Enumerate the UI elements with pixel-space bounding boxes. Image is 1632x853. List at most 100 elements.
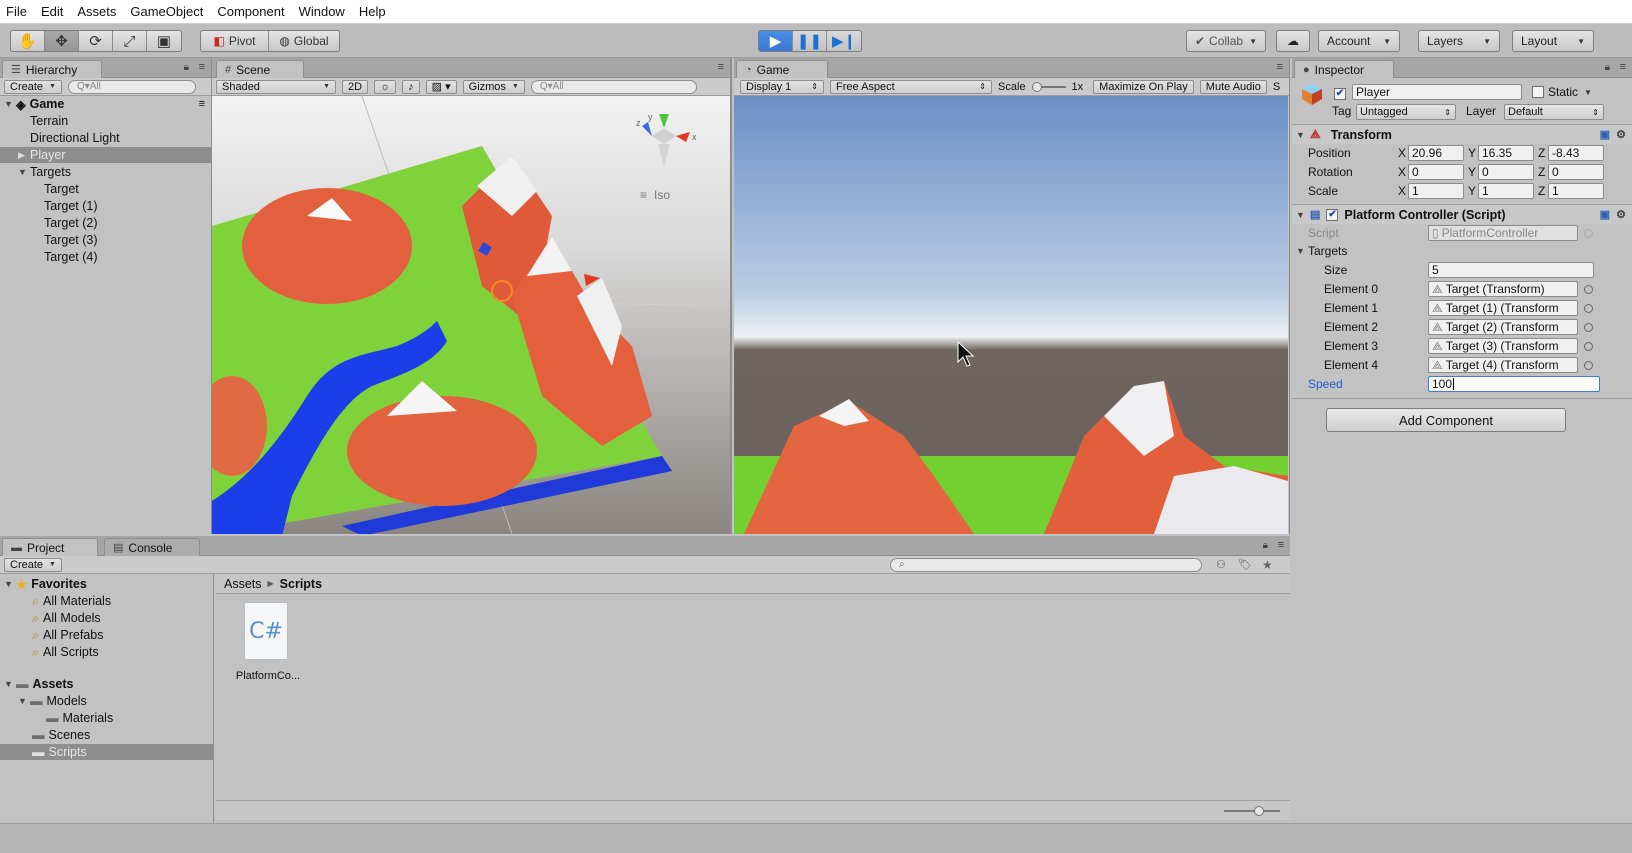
scale-x-field[interactable]: 1 [1408, 183, 1464, 199]
projection-label[interactable]: Iso [654, 188, 670, 202]
pause-icon[interactable]: ❚❚ [793, 31, 827, 51]
panel-menu-icon[interactable]: ≡ [199, 61, 205, 73]
aspect-dropdown[interactable]: Free Aspect ⇕ [830, 79, 992, 94]
lighting-toggle-icon[interactable]: ☼ [374, 79, 397, 94]
rect-tool-icon[interactable]: ▣ [147, 31, 181, 51]
hand-tool-icon[interactable]: ✋ [11, 31, 45, 51]
slider-thumb[interactable] [1031, 81, 1042, 92]
tab-console[interactable]: ▤ Console [104, 538, 200, 556]
star-icon[interactable]: ★ [1262, 558, 1273, 572]
effects-dropdown-icon[interactable]: ▨ ▾ [425, 79, 457, 94]
hierarchy-item-target-2[interactable]: Target (2) [0, 215, 211, 231]
create-dropdown[interactable]: Create ▼ [4, 79, 62, 94]
play-icon[interactable]: ▶ [759, 31, 793, 51]
object-picker-icon[interactable] [1584, 304, 1593, 313]
tag-dropdown[interactable]: Untagged ⇕ [1356, 104, 1456, 120]
scale-tool-icon[interactable]: ⤢ [113, 31, 147, 51]
layout-dropdown[interactable]: Layout ▼ [1512, 30, 1594, 52]
gizmos-dropdown[interactable]: Gizmos ▼ [462, 79, 525, 94]
layer-dropdown[interactable]: Default ⇕ [1504, 104, 1604, 120]
expand-arrow-icon[interactable]: ▼ [1296, 210, 1308, 220]
scene-root-row[interactable]: ▼ ◈ Game ≡ [0, 96, 211, 112]
menu-component[interactable]: Component [217, 4, 284, 19]
hierarchy-item-target-1[interactable]: Target (1) [0, 198, 211, 214]
hierarchy-item-terrain[interactable]: Terrain [0, 113, 211, 129]
scene-search-input[interactable]: Q▾All [530, 79, 697, 94]
speed-field[interactable]: 100 [1428, 376, 1600, 392]
menu-edit[interactable]: Edit [41, 4, 63, 19]
menu-help[interactable]: Help [359, 4, 386, 19]
position-z-field[interactable]: -8.43 [1548, 145, 1604, 161]
add-component-button[interactable]: Add Component [1326, 408, 1566, 432]
maximize-on-play-toggle[interactable]: Maximize On Play [1093, 79, 1194, 94]
layers-dropdown[interactable]: Layers ▼ [1418, 30, 1500, 52]
element-3-field[interactable]: ⟁ Target (3) (Transform [1428, 338, 1578, 354]
tab-game[interactable]: ◔ Game [736, 60, 828, 78]
game-viewport[interactable] [734, 96, 1288, 534]
expand-arrow-icon[interactable]: ▼ [4, 579, 16, 589]
favorite-all-materials[interactable]: ⌕ All Materials [0, 593, 213, 609]
rotation-y-field[interactable]: 0 [1478, 164, 1534, 180]
rotation-x-field[interactable]: 0 [1408, 164, 1464, 180]
active-checkbox[interactable]: ✔ [1334, 85, 1346, 100]
scene-viewport[interactable]: y x z ≡ Iso [212, 96, 730, 534]
2d-toggle[interactable]: 2D [342, 79, 369, 94]
lock-icon[interactable]: 🔒︎ [184, 62, 189, 73]
panel-menu-icon[interactable]: ≡ [1278, 539, 1284, 551]
rotate-tool-icon[interactable]: ⟳ [79, 31, 113, 51]
account-dropdown[interactable]: Account ▼ [1318, 30, 1400, 52]
hierarchy-item-targets[interactable]: ▼ Targets [0, 164, 211, 180]
folder-scenes[interactable]: ▬ Scenes [0, 727, 213, 743]
transform-header[interactable]: ▼ ⟁ Transform ▣ ⚙ [1292, 124, 1632, 144]
assets-foldout[interactable]: ▼ ▬ Assets [0, 676, 213, 692]
menu-window[interactable]: Window [299, 4, 345, 19]
move-tool-icon[interactable]: ✥ [45, 31, 79, 51]
global-button[interactable]: ◍ Global [269, 31, 339, 51]
tab-inspector[interactable]: ● Inspector [1294, 60, 1394, 78]
object-picker-icon[interactable] [1584, 342, 1593, 351]
script-asset-tile[interactable]: C# PlatformCo... [232, 602, 304, 688]
element-2-field[interactable]: ⟁ Target (2) (Transform [1428, 319, 1578, 335]
rotation-z-field[interactable]: 0 [1548, 164, 1604, 180]
hierarchy-item-target[interactable]: Target [0, 181, 211, 197]
cloud-button[interactable]: ☁ [1276, 30, 1310, 52]
folder-scripts[interactable]: ▬ Scripts [0, 744, 213, 760]
static-toggle[interactable]: Static ▼ [1532, 85, 1592, 99]
create-dropdown[interactable]: Create ▼ [4, 557, 62, 572]
object-name-field[interactable]: Player [1352, 84, 1522, 100]
folder-models[interactable]: ▼ ▬ Models [0, 693, 213, 709]
favorite-all-scripts[interactable]: ⌕ All Scripts [0, 644, 213, 660]
audio-toggle-icon[interactable]: ♪ [402, 79, 420, 94]
breadcrumb-assets[interactable]: Assets [224, 577, 262, 591]
slider-thumb[interactable] [1254, 806, 1264, 816]
project-search-input[interactable]: ⌕ [890, 557, 1202, 572]
position-x-field[interactable]: 20.96 [1408, 145, 1464, 161]
stats-toggle[interactable]: S [1273, 81, 1280, 93]
filter-label-icon[interactable]: 🏷︎ [1238, 558, 1252, 571]
tab-project[interactable]: ▬ Project [2, 538, 98, 556]
expand-arrow-icon[interactable]: ▼ [4, 679, 16, 689]
menu-gameobject[interactable]: GameObject [130, 4, 203, 19]
object-picker-icon[interactable] [1584, 285, 1593, 294]
script-component-header[interactable]: ▼ ▤ ✔ Platform Controller (Script) ▣ ⚙ [1292, 204, 1632, 224]
element-0-field[interactable]: ⟁ Target (Transform) [1428, 281, 1578, 297]
expand-arrow-icon[interactable]: ▼ [1296, 246, 1308, 256]
menu-file[interactable]: File [6, 4, 27, 19]
display-dropdown[interactable]: Display 1 ⇕ [740, 79, 824, 94]
element-1-field[interactable]: ⟁ Target (1) (Transform [1428, 300, 1578, 316]
hierarchy-item-player[interactable]: ▶ Player [0, 147, 211, 163]
step-icon[interactable]: ▶❙ [827, 31, 861, 51]
icon-size-slider[interactable] [1224, 806, 1280, 816]
shading-dropdown[interactable]: Shaded ▼ [216, 79, 336, 94]
lock-icon[interactable]: 🔒︎ [1263, 540, 1268, 551]
expand-arrow-icon[interactable]: ▼ [1296, 130, 1308, 140]
breadcrumb-scripts[interactable]: Scripts [280, 577, 322, 591]
hierarchy-item-directional-light[interactable]: Directional Light [0, 130, 211, 146]
scale-z-field[interactable]: 1 [1548, 183, 1604, 199]
chevron-down-icon[interactable]: ▼ [1584, 88, 1592, 97]
folder-materials[interactable]: ▬ Materials [0, 710, 213, 726]
expand-arrow-icon[interactable]: ▼ [18, 167, 30, 177]
lock-icon[interactable]: 🔒︎ [1605, 62, 1610, 73]
favorite-all-prefabs[interactable]: ⌕ All Prefabs [0, 627, 213, 643]
panel-menu-icon[interactable]: ≡ [1620, 61, 1626, 73]
